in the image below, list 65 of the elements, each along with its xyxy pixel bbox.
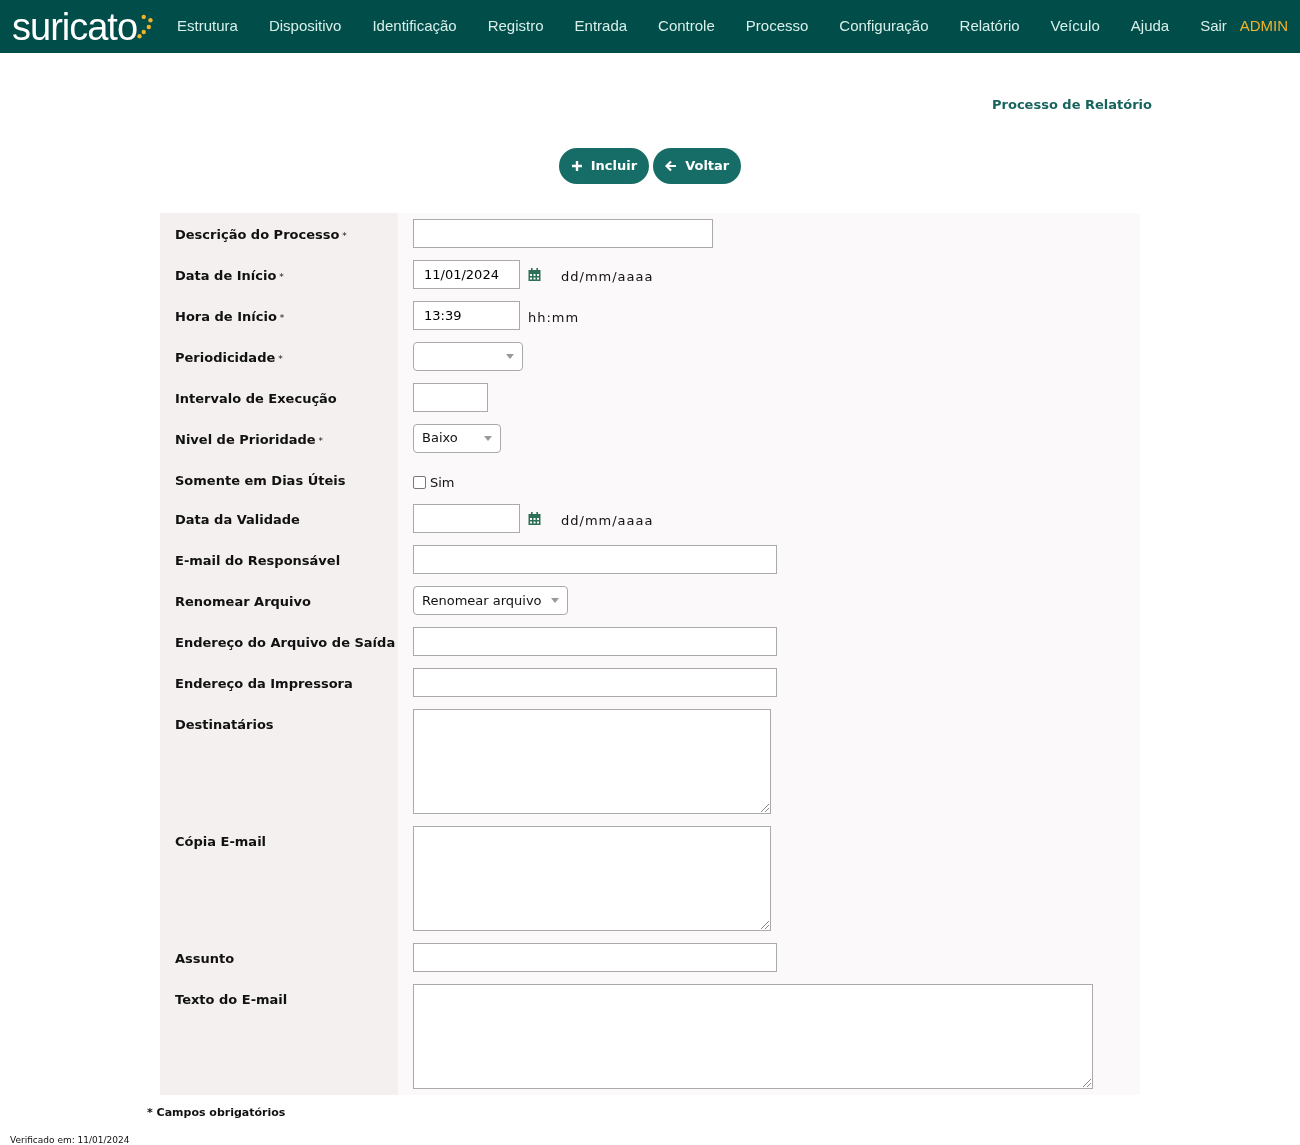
verified-date: Verificado em: 11/01/2024	[10, 1133, 131, 1145]
nav-link[interactable]: Processo	[745, 15, 809, 38]
date-field[interactable]	[413, 504, 520, 533]
format-hint: hh:mm	[528, 308, 580, 327]
resize-grip-icon	[761, 804, 769, 812]
select-field[interactable]	[413, 341, 523, 371]
field-label: Destinatários	[175, 716, 274, 734]
calendar-icon	[528, 512, 541, 525]
calendar-icon	[528, 267, 541, 281]
resize-grip-icon	[1083, 1079, 1091, 1087]
field-label: Data de Início *	[175, 266, 284, 285]
back-button[interactable]: Voltar	[653, 147, 742, 184]
field-label: Data da Validade	[175, 511, 300, 529]
text-field[interactable]	[413, 218, 713, 248]
required-note: * Campos obrigatórios	[147, 1105, 287, 1121]
dropdown-caret-icon	[551, 598, 559, 603]
field-label: Cópia E-mail	[175, 833, 267, 851]
format-hint: dd/mm/aaaa	[561, 512, 654, 530]
text-area[interactable]	[413, 984, 1093, 1089]
text-area[interactable]	[413, 826, 771, 931]
text-field[interactable]	[413, 382, 488, 412]
plus-icon	[570, 159, 583, 172]
field-label: E-mail do Responsável	[175, 552, 341, 570]
nav-link[interactable]: Dispositivo	[268, 15, 342, 38]
text-field[interactable]	[413, 545, 777, 574]
field-label: Texto do E-mail	[175, 991, 288, 1009]
field-label: Somente em Dias Úteis	[175, 471, 346, 490]
nav-link[interactable]: Estrutura	[177, 15, 238, 38]
select-field[interactable]: Renomear arquivo	[413, 586, 568, 615]
field-label: Hora de Início *	[175, 307, 285, 326]
nav-link[interactable]: Entrada	[574, 15, 628, 38]
field-label: Renomear Arquivo	[175, 593, 311, 611]
text-area[interactable]	[413, 709, 771, 814]
checkbox-label: Sim	[430, 473, 455, 492]
nav-link[interactable]: Configuração	[839, 15, 929, 38]
nav-link[interactable]: Relatório	[959, 15, 1020, 38]
select-field[interactable]: Baixo	[413, 423, 501, 453]
nav-link[interactable]: Sair	[1200, 15, 1227, 38]
field-label: Endereço do Arquivo de Saída	[175, 634, 396, 652]
text-field[interactable]	[413, 943, 777, 972]
add-button[interactable]: Incluir	[558, 147, 650, 184]
nav-link[interactable]: Controle	[658, 15, 715, 38]
nav-link[interactable]: Ajuda	[1130, 15, 1170, 38]
text-field[interactable]	[413, 668, 777, 697]
field-label: Intervalo de Execução	[175, 389, 337, 408]
dropdown-caret-icon	[484, 435, 492, 441]
nav-link[interactable]: Identificação	[372, 15, 457, 38]
date-field[interactable]: 11/01/2024	[413, 259, 520, 289]
format-hint: dd/mm/aaaa	[561, 267, 654, 286]
field-label: Nivel de Prioridade *	[175, 430, 324, 449]
field-label: Descrição do Processo *	[175, 225, 347, 244]
field-label: Endereço da Impressora	[175, 675, 353, 693]
nav-link[interactable]: Registro	[487, 15, 544, 38]
user-link[interactable]: ADMIN	[1239, 15, 1288, 38]
resize-grip-icon	[761, 921, 769, 929]
field-label: Periodicidade *	[175, 348, 283, 367]
arrow-left-icon	[665, 159, 678, 172]
page-title: Processo de Relatório	[992, 96, 1152, 114]
logo-text[interactable]: suricato	[12, 7, 138, 46]
nav-link[interactable]: Veículo	[1050, 15, 1100, 38]
dropdown-caret-icon	[506, 353, 514, 359]
text-field[interactable]	[413, 627, 777, 656]
checkbox[interactable]	[413, 475, 426, 489]
field-label: Assunto	[175, 950, 235, 968]
time-field[interactable]: 13:39	[413, 300, 520, 330]
